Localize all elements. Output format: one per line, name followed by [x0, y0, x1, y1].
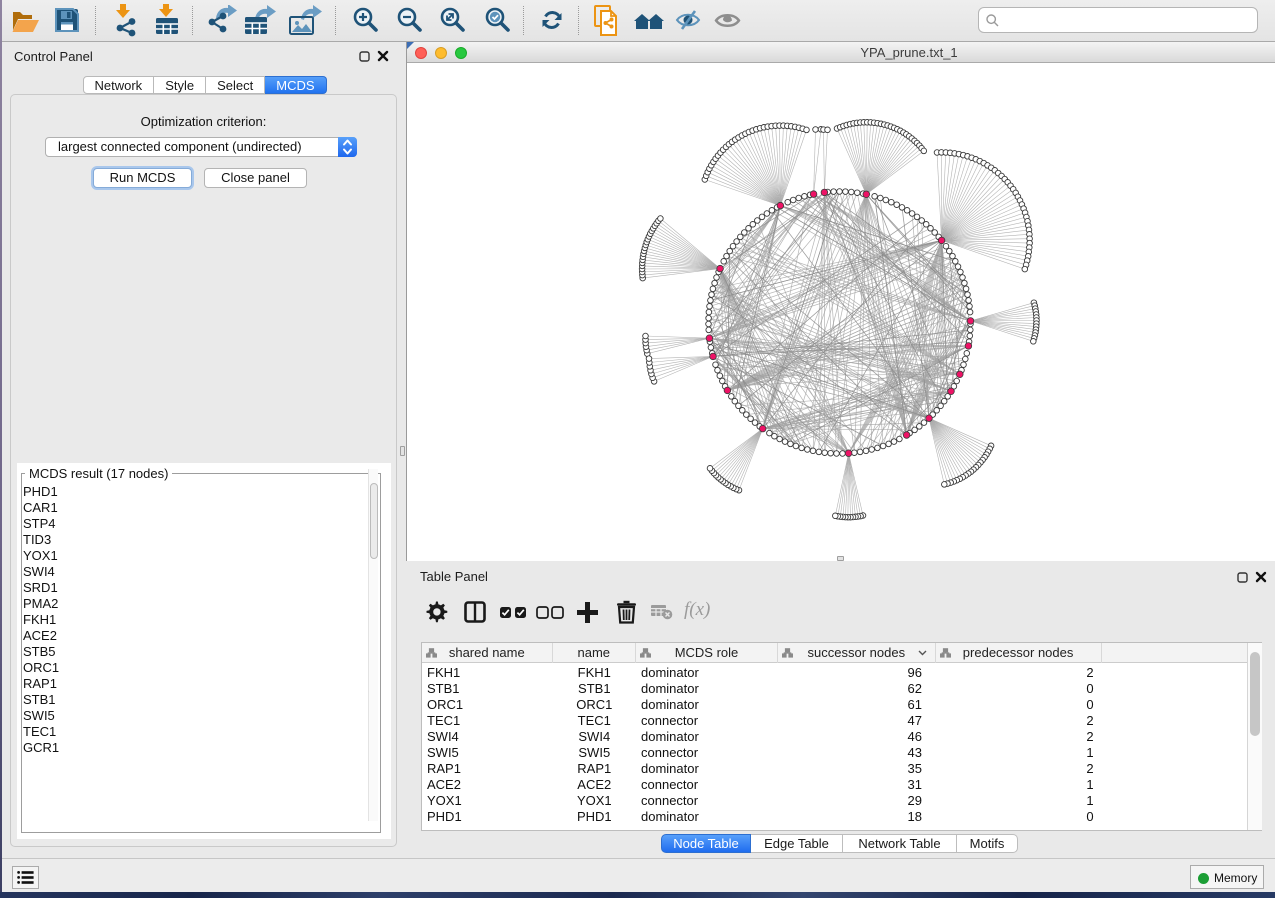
svg-text:f(x): f(x): [684, 599, 710, 620]
